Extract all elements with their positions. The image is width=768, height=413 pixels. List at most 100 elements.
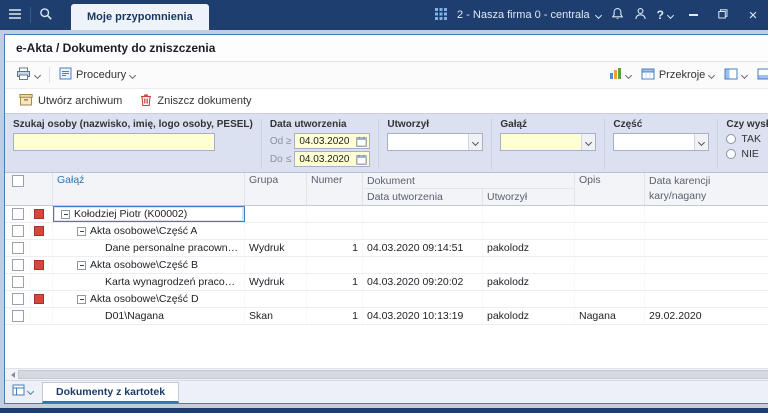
table-row[interactable]: Kołodziej Piotr (K00002) bbox=[5, 206, 768, 223]
branch-combo[interactable] bbox=[500, 133, 597, 151]
sent-to-archive-label: Czy wysłane do archiwum bbox=[726, 119, 768, 130]
list-view-icon bbox=[12, 384, 25, 399]
row-description-cell bbox=[575, 240, 645, 256]
row-checkbox[interactable] bbox=[11, 225, 24, 237]
row-branch-cell: Akta osobowe\Część D bbox=[53, 291, 245, 307]
chevron-down-icon bbox=[26, 387, 35, 396]
grid-settings-button[interactable] bbox=[752, 65, 768, 86]
user-profile-icon[interactable] bbox=[634, 7, 647, 23]
row-branch-cell: Karta wynagrodzeń pracownika bbox=[53, 274, 245, 290]
restore-window-button[interactable] bbox=[713, 0, 733, 30]
notifications-bell-icon[interactable] bbox=[611, 7, 624, 24]
row-branch-cell: Dane personalne pracownika bbox=[53, 240, 245, 256]
column-header-opis[interactable]: Opis bbox=[575, 173, 645, 205]
radio-option-nie[interactable]: NIE bbox=[726, 148, 768, 160]
row-checkbox[interactable] bbox=[11, 293, 24, 305]
scroll-left-button[interactable] bbox=[5, 369, 17, 380]
analysis-chart-button[interactable] bbox=[604, 64, 636, 86]
chevron-down-icon bbox=[468, 134, 483, 150]
row-branch-label: Dane personalne pracownika bbox=[105, 242, 240, 254]
date-to-field[interactable]: 04.03.2020 bbox=[294, 151, 371, 167]
row-created-date-cell: 04.03.2020 10:13:19 bbox=[363, 308, 483, 324]
tab-moje-przypomnienia[interactable]: Moje przypomnienia bbox=[71, 4, 209, 30]
przekroje-label: Przekroje bbox=[658, 69, 706, 81]
topbar-right-cluster: 2 - Nasza firma 0 - centrala ? × bbox=[435, 0, 768, 30]
company-label: 2 - Nasza firma 0 - centrala bbox=[457, 9, 590, 21]
column-header-dokument[interactable]: Dokument bbox=[363, 173, 575, 189]
print-button[interactable] bbox=[11, 64, 45, 87]
row-number-cell: 1 bbox=[307, 240, 363, 256]
row-color-cell bbox=[31, 274, 53, 290]
calendar-icon[interactable] bbox=[356, 154, 368, 165]
created-by-combo[interactable] bbox=[387, 133, 484, 151]
scrollbar-thumb[interactable] bbox=[18, 370, 768, 379]
select-all-checkbox[interactable] bbox=[11, 175, 24, 187]
przekroje-button[interactable]: Przekroje bbox=[636, 65, 719, 86]
horizontal-scrollbar[interactable] bbox=[5, 368, 768, 380]
apps-grid-icon[interactable] bbox=[435, 7, 447, 23]
column-header-galaz[interactable]: Gałąź bbox=[53, 173, 245, 205]
part-combo[interactable] bbox=[613, 133, 710, 151]
header-data-utworzenia-label: Data utworzenia bbox=[367, 191, 443, 203]
date-from-field[interactable]: 04.03.2020 bbox=[294, 133, 371, 149]
table-body: Kołodziej Piotr (K00002) Akta osobowe\Czę… bbox=[5, 206, 768, 368]
tree-collapse-toggle[interactable] bbox=[77, 260, 86, 270]
column-header-utworzyl[interactable]: Utworzył bbox=[483, 189, 575, 205]
action-bar: Utwórz archiwum Zniszcz dokumenty bbox=[5, 89, 768, 113]
row-group-cell bbox=[245, 257, 307, 273]
radio-option-tak[interactable]: TAK bbox=[726, 133, 768, 145]
row-checkbox[interactable] bbox=[11, 310, 24, 322]
tab-dokumenty-z-kartotek[interactable]: Dokumenty z kartotek bbox=[42, 382, 180, 403]
column-header-data-karencji[interactable]: Data karencji kary/nagany bbox=[645, 173, 768, 205]
branch-label: Gałąź bbox=[500, 119, 528, 130]
layout-view-button[interactable] bbox=[719, 65, 752, 86]
row-checkbox[interactable] bbox=[11, 259, 24, 271]
table-row[interactable]: Karta wynagrodzeń pracownika Wydruk 1 04.03… bbox=[5, 274, 768, 291]
tree-collapse-toggle[interactable] bbox=[77, 294, 86, 304]
table-row[interactable]: Akta osobowe\Część D bbox=[5, 291, 768, 308]
row-number-cell: 1 bbox=[307, 274, 363, 290]
view-selector-button[interactable] bbox=[9, 382, 36, 403]
row-checkbox[interactable] bbox=[11, 208, 24, 220]
company-selector[interactable]: 2 - Nasza firma 0 - centrala bbox=[457, 9, 602, 21]
column-header-numer[interactable]: Numer bbox=[307, 173, 363, 205]
create-archive-button[interactable]: Utwórz archiwum bbox=[13, 91, 128, 111]
main-menu-button[interactable] bbox=[0, 0, 30, 30]
pivot-table-icon bbox=[641, 68, 655, 83]
column-header-data-utworzenia[interactable]: Data utworzenia bbox=[363, 189, 483, 205]
row-grace-date-cell bbox=[645, 257, 768, 273]
procedury-button[interactable]: Procedury bbox=[54, 64, 140, 86]
table-row[interactable]: Dane personalne pracownika Wydruk 1 04.03.2… bbox=[5, 240, 768, 257]
row-checkbox[interactable] bbox=[11, 242, 24, 254]
procedury-label: Procedury bbox=[76, 69, 127, 81]
column-header-grupa[interactable]: Grupa bbox=[245, 173, 307, 205]
toolbar-divider bbox=[49, 67, 50, 83]
close-app-button[interactable]: × bbox=[743, 0, 763, 30]
row-branch-cell: Akta osobowe\Część B bbox=[53, 257, 245, 273]
search-person-input[interactable] bbox=[13, 133, 215, 151]
lte-operator: ≤ bbox=[285, 153, 292, 165]
restore-icon bbox=[718, 8, 728, 22]
table-row[interactable]: Akta osobowe\Część B bbox=[5, 257, 768, 274]
row-group-cell bbox=[245, 223, 307, 239]
window-toolbar: Procedury Przekroje bbox=[5, 62, 768, 89]
global-search-button[interactable] bbox=[31, 0, 61, 30]
calendar-icon[interactable] bbox=[356, 136, 368, 147]
table-row[interactable]: D01\Nagana Skan 1 04.03.2020 10:13:19 pakolo… bbox=[5, 308, 768, 325]
row-created-by-cell: pakolodz bbox=[483, 274, 575, 290]
minimize-icon bbox=[688, 14, 698, 16]
minimize-window-button[interactable] bbox=[683, 0, 703, 30]
row-group-cell bbox=[245, 206, 307, 222]
tree-collapse-toggle[interactable] bbox=[77, 226, 86, 236]
row-created-date-cell bbox=[363, 206, 483, 222]
creation-date-label: Data utworzenia bbox=[269, 119, 347, 130]
row-number-cell bbox=[307, 223, 363, 239]
table-row[interactable]: Akta osobowe\Część A bbox=[5, 223, 768, 240]
row-checkbox[interactable] bbox=[11, 276, 24, 288]
row-color-cell bbox=[31, 240, 53, 256]
help-menu-button[interactable]: ? bbox=[657, 8, 675, 22]
chevron-down-icon bbox=[694, 134, 709, 150]
destroy-documents-button[interactable]: Zniszcz dokumenty bbox=[134, 91, 257, 112]
date-to-value: 04.03.2020 bbox=[299, 153, 350, 165]
tree-collapse-toggle[interactable] bbox=[61, 209, 70, 219]
